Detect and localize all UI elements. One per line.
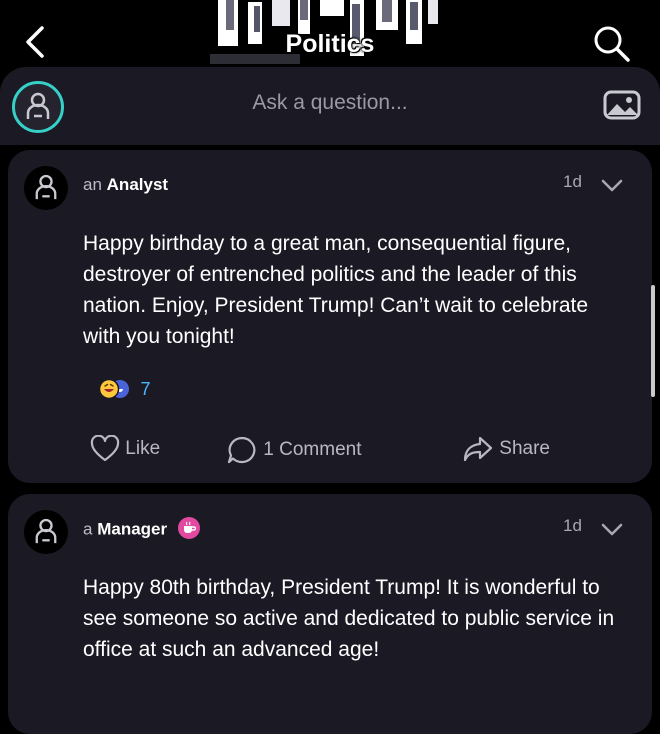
author-article: an: [83, 175, 102, 194]
post-card[interactable]: a Manager 1d Happy 80th birthday, Presid…: [8, 494, 652, 734]
author-role: Manager: [97, 519, 168, 539]
scrollbar[interactable]: [651, 285, 655, 397]
post-body: Happy 80th birthday, President Trump! It…: [83, 576, 615, 661]
share-label: Share: [499, 438, 550, 459]
author-avatar[interactable]: [24, 166, 68, 210]
coffee-cup-icon: [177, 517, 200, 539]
like-label: Like: [125, 438, 161, 459]
user-icon: [35, 518, 57, 544]
author-role: Analyst: [106, 175, 169, 194]
post-timestamp: 1d: [563, 516, 582, 535]
ask-question-bar[interactable]: Ask a question...: [0, 67, 660, 145]
share-arrow-icon: [463, 436, 493, 462]
ask-question-input[interactable]: Ask a question...: [190, 91, 470, 115]
header-bar: Politics: [0, 0, 660, 70]
reaction-summary[interactable]: 7: [98, 378, 150, 400]
user-icon: [35, 174, 57, 200]
share-button[interactable]: Share: [462, 435, 550, 465]
author-avatar[interactable]: [24, 510, 68, 554]
page-title: Politics: [285, 30, 375, 58]
user-icon: [26, 92, 50, 119]
heart-icon: [90, 434, 120, 462]
post-body: Happy birthday to a great man, consequen…: [83, 232, 589, 348]
like-button[interactable]: Like: [90, 434, 161, 465]
post-card[interactable]: an Analyst 1d Happy birthday to a great …: [8, 150, 652, 483]
reaction-count: 7: [140, 378, 151, 399]
comment-label: 1 Comment: [263, 439, 362, 460]
post-timestamp: 1d: [563, 172, 582, 191]
comment-bubble-icon: [227, 436, 256, 464]
image-icon[interactable]: [603, 90, 641, 120]
search-icon[interactable]: [592, 24, 632, 64]
chevron-down-icon[interactable]: [600, 522, 624, 538]
user-avatar[interactable]: [12, 81, 64, 133]
author-name[interactable]: an Analyst: [83, 175, 168, 195]
chevron-down-icon[interactable]: [600, 178, 624, 194]
author-name[interactable]: a Manager: [83, 517, 200, 541]
reaction-emoji-icon: [98, 378, 134, 400]
author-article: a: [83, 519, 93, 539]
comment-button[interactable]: 1 Comment: [226, 435, 361, 465]
